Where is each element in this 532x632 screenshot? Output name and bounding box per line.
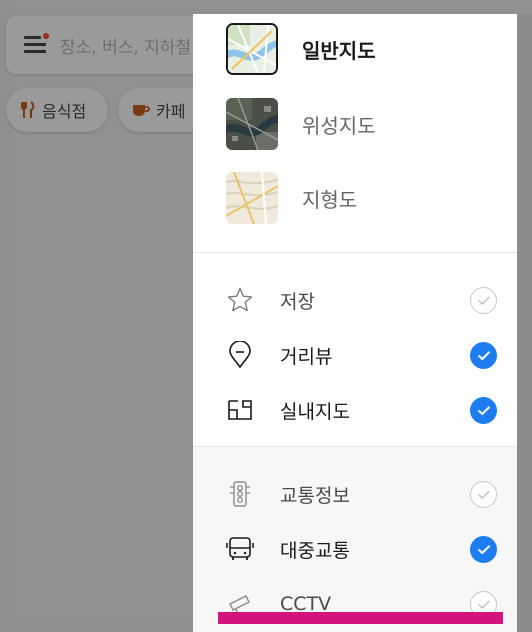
traffic-light-icon <box>226 480 254 508</box>
menu-icon[interactable] <box>24 33 49 54</box>
layer-label: 교통정보 <box>280 484 350 507</box>
layer-label: 실내지도 <box>280 400 350 423</box>
chip-label: 음식점 <box>42 102 87 121</box>
layer-public-transit[interactable]: 대중교통 <box>193 529 517 569</box>
star-icon <box>226 286 254 314</box>
layer-label: 거리뷰 <box>280 345 333 368</box>
layer-label: 저장 <box>280 290 315 313</box>
highlight-bar <box>218 612 503 624</box>
floorplan-icon <box>226 396 254 424</box>
section-divider <box>193 252 517 253</box>
layer-label: 대중교통 <box>280 539 350 562</box>
satellite-map-thumbnail <box>226 98 278 150</box>
fork-knife-icon <box>20 101 36 119</box>
indoor-map-check-toggle[interactable] <box>470 396 497 424</box>
maptype-label: 지형도 <box>302 187 358 212</box>
search-input[interactable]: 장소, 버스, 지하철 <box>60 33 191 58</box>
layer-saved[interactable]: 저장 <box>193 280 517 320</box>
maptype-normal[interactable]: 일반지도 <box>226 23 486 75</box>
traffic-check-toggle[interactable] <box>470 480 497 508</box>
maptype-satellite[interactable]: 위성지도 <box>226 98 486 150</box>
normal-map-thumbnail <box>226 23 278 75</box>
public-transit-check-toggle[interactable] <box>470 535 497 563</box>
layer-street-view[interactable]: 거리뷰 <box>193 335 517 375</box>
category-chip-restaurant[interactable]: 음식점 <box>6 88 108 132</box>
maptype-label: 위성지도 <box>302 113 376 138</box>
coffee-cup-icon <box>132 102 150 118</box>
layer-indoor-map[interactable]: 실내지도 <box>193 390 517 430</box>
location-pin-icon <box>226 341 254 369</box>
bus-icon <box>226 535 254 563</box>
saved-check-toggle[interactable] <box>470 286 497 314</box>
street-view-check-toggle[interactable] <box>470 341 497 369</box>
layer-traffic[interactable]: 교통정보 <box>193 474 517 514</box>
chip-label: 카페 <box>156 102 186 121</box>
map-layer-panel: 일반지도 위성지도 지형도 저장 거리뷰 실내지도 교통정보 대중교통 CCTV <box>193 14 517 632</box>
maptype-label: 일반지도 <box>302 38 376 63</box>
terrain-map-thumbnail <box>226 172 278 224</box>
maptype-terrain[interactable]: 지형도 <box>226 172 486 224</box>
section-divider <box>193 446 517 447</box>
panel-shadow-edge <box>517 14 532 632</box>
